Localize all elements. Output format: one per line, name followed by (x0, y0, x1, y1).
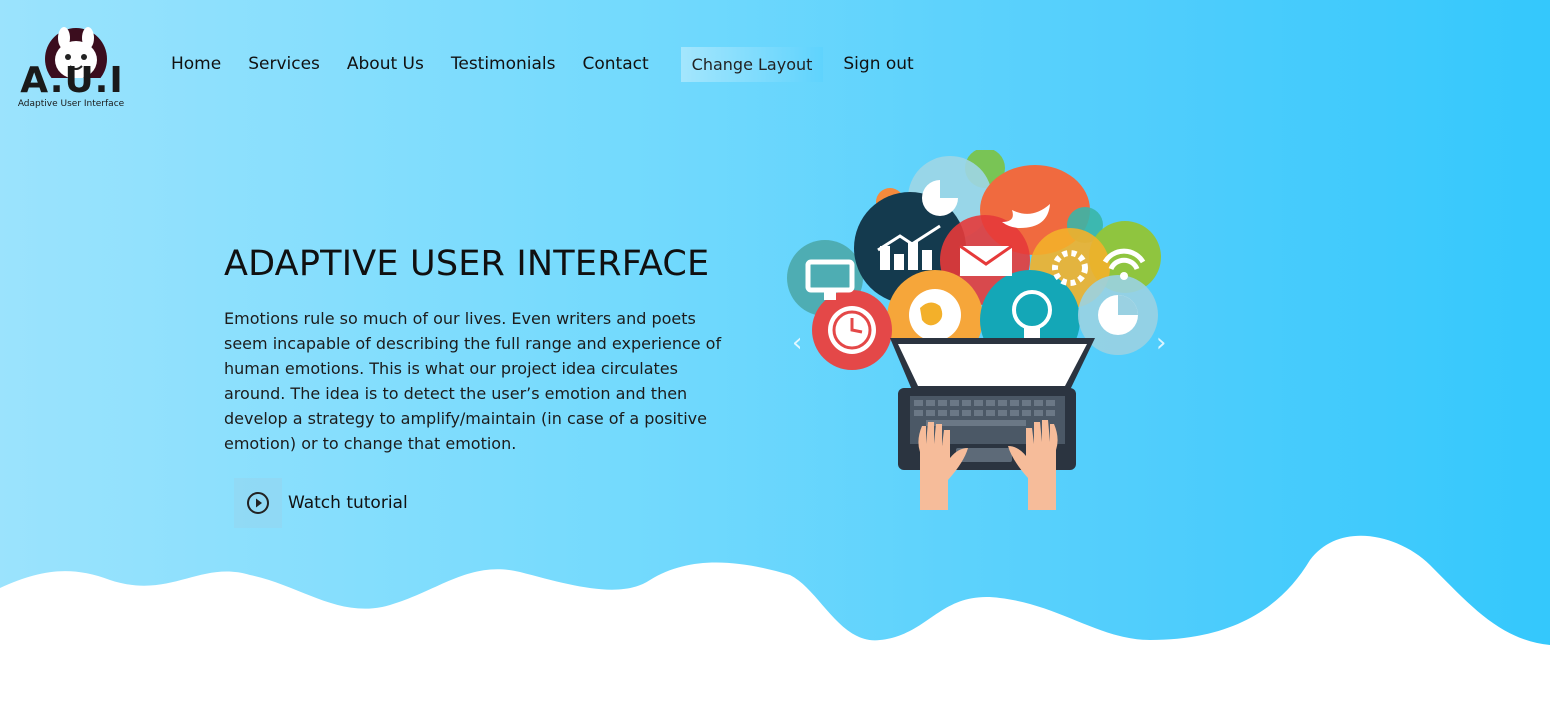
logo-letters: A.U.I (20, 60, 124, 101)
change-layout-button[interactable]: Change Layout (680, 46, 824, 82)
logo[interactable]: A.U.I Adaptive User Interface (12, 26, 130, 112)
page-title: ADAPTIVE USER INTERFACE (224, 244, 710, 284)
carousel-next-icon[interactable]: › (1156, 328, 1166, 358)
logo-tagline: Adaptive User Interface (17, 99, 125, 109)
main-nav: Home Services About Us Testimonials Cont… (171, 44, 941, 84)
hero-illustration (787, 150, 1161, 510)
carousel-prev-icon[interactable]: ‹ (792, 328, 802, 358)
hero-description: Emotions rule so much of our lives. Even… (224, 309, 722, 453)
play-icon (247, 492, 269, 514)
nav-services[interactable]: Services (248, 54, 320, 74)
watch-tutorial-label: Watch tutorial (288, 493, 408, 513)
nav-home[interactable]: Home (171, 54, 221, 74)
play-button[interactable] (234, 478, 282, 528)
nav-contact[interactable]: Contact (583, 54, 649, 74)
sign-out-link[interactable]: Sign out (843, 54, 913, 74)
nav-about-us[interactable]: About Us (347, 54, 424, 74)
nav-testimonials[interactable]: Testimonials (451, 54, 556, 74)
watch-tutorial-button[interactable]: Watch tutorial (234, 478, 408, 528)
